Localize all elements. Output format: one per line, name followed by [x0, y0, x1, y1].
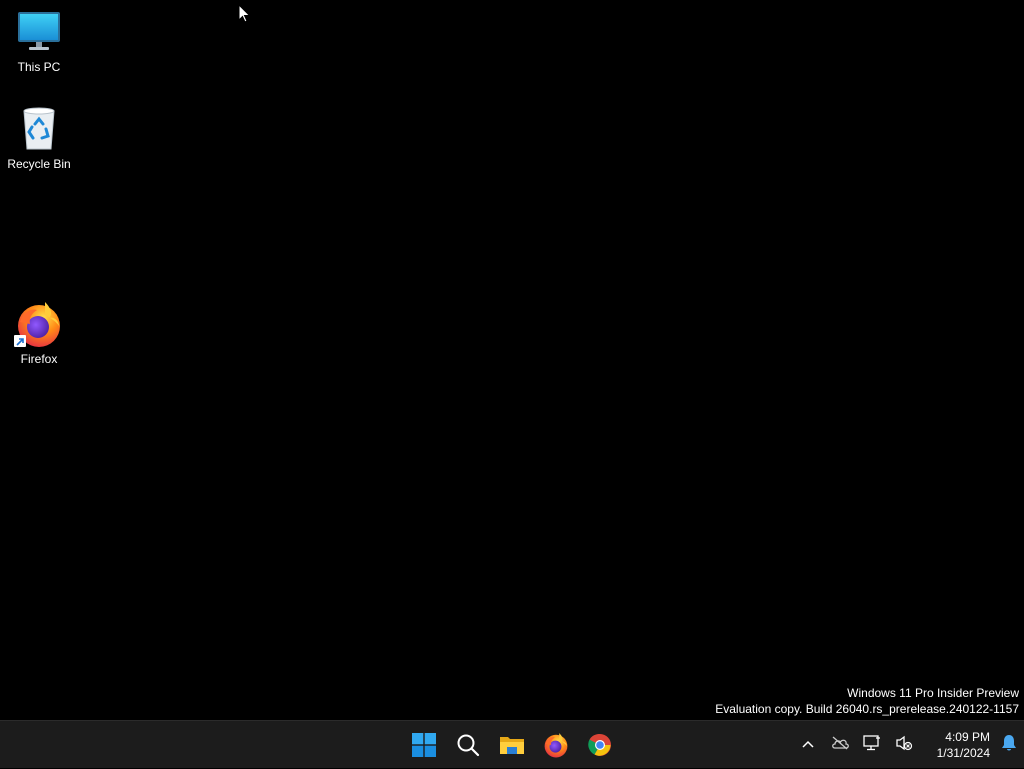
- volume-tray-button[interactable]: [888, 725, 920, 765]
- recycle-bin-icon: [15, 105, 63, 153]
- desktop-icon-label: Recycle Bin: [7, 157, 71, 171]
- onedrive-offline-icon: [831, 736, 849, 755]
- clock-date: 1/31/2024: [936, 746, 990, 760]
- watermark-line-1: Windows 11 Pro Insider Preview: [847, 686, 1019, 700]
- evaluation-watermark: Windows 11 Pro Insider Preview Evaluatio…: [715, 685, 1019, 717]
- network-icon: [863, 734, 881, 756]
- watermark-line-2: Evaluation copy. Build 26040.rs_prerelea…: [715, 702, 1019, 716]
- desktop-icon-recycle-bin[interactable]: Recycle Bin: [1, 105, 77, 172]
- shortcut-arrow-icon: [14, 335, 26, 347]
- file-explorer-button[interactable]: [490, 725, 534, 765]
- desktop-icon-this-pc[interactable]: This PC: [1, 8, 77, 75]
- taskbar: 4:09 PM 1/31/2024: [0, 720, 1024, 768]
- mouse-cursor-icon: [238, 3, 252, 24]
- firefox-icon: [14, 300, 63, 348]
- chevron-up-icon: [801, 736, 815, 754]
- chrome-taskbar-button[interactable]: [578, 725, 622, 765]
- folder-icon: [499, 733, 525, 757]
- search-icon: [456, 733, 480, 757]
- desktop[interactable]: This PC Recycle Bin Firefox Windows 11 P…: [0, 0, 1024, 720]
- system-tray: 4:09 PM 1/31/2024: [792, 721, 1024, 769]
- desktop-icon-label: This PC: [17, 60, 61, 74]
- firefox-taskbar-button[interactable]: [534, 725, 578, 765]
- desktop-icon-label: Firefox: [20, 352, 58, 366]
- volume-muted-icon: [895, 735, 913, 756]
- notification-bell-icon: [1001, 734, 1017, 757]
- chrome-icon: [588, 733, 612, 757]
- network-tray-button[interactable]: [856, 725, 888, 765]
- firefox-icon: [543, 732, 569, 758]
- taskbar-pinned-apps: [402, 721, 622, 769]
- clock-time: 4:09 PM: [945, 730, 990, 744]
- clock-button[interactable]: 4:09 PM 1/31/2024: [920, 729, 994, 761]
- windows-logo-icon: [412, 733, 436, 757]
- notifications-button[interactable]: [994, 725, 1024, 765]
- start-button[interactable]: [402, 725, 446, 765]
- desktop-icon-firefox[interactable]: Firefox: [1, 300, 77, 367]
- search-button[interactable]: [446, 725, 490, 765]
- show-hidden-icons-button[interactable]: [792, 725, 824, 765]
- onedrive-tray-button[interactable]: [824, 725, 856, 765]
- monitor-icon: [15, 8, 63, 56]
